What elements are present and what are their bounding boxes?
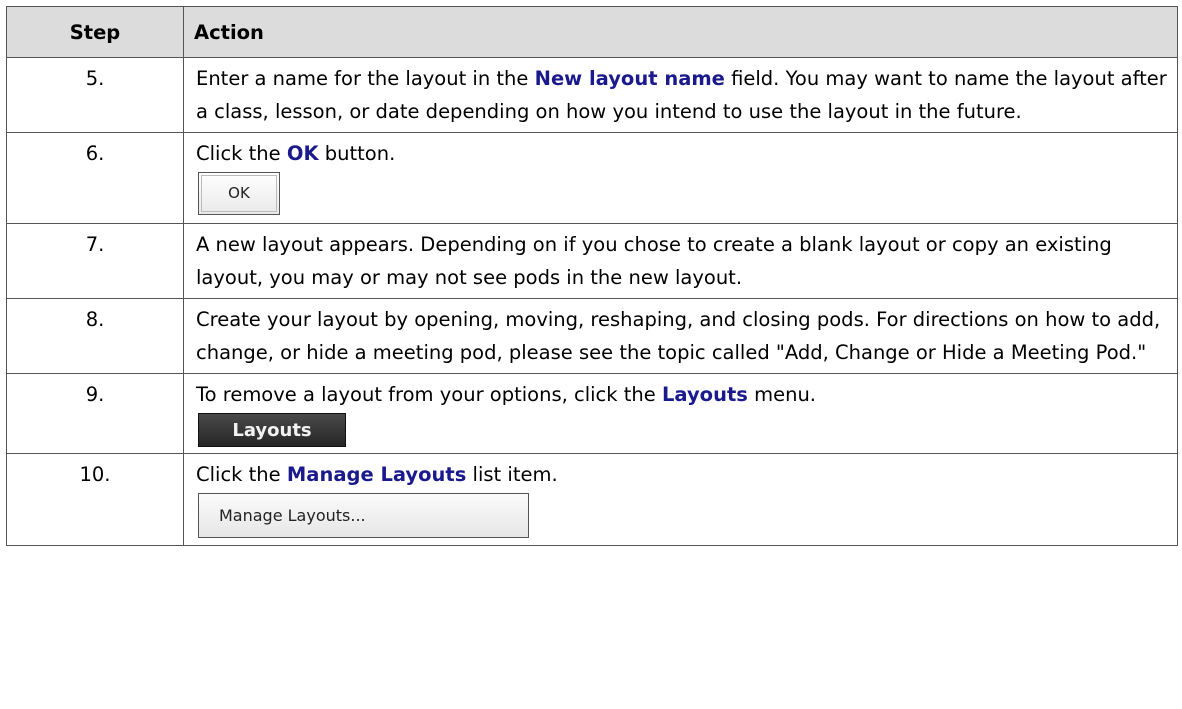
step-number: 5. [6, 57, 184, 133]
action-text: Enter a name for the layout in the [196, 67, 535, 90]
step-action: Enter a name for the layout in the New l… [183, 57, 1178, 133]
action-text: button. [318, 142, 396, 165]
step-column-header: Step [6, 6, 184, 58]
action-column-header: Action [183, 6, 1178, 58]
step-action: A new layout appears. Depending on if yo… [183, 223, 1178, 299]
step-number: 6. [6, 132, 184, 224]
highlight-term: Manage Layouts [286, 463, 467, 486]
step-action: Create your layout by opening, moving, r… [183, 298, 1178, 374]
ok-button[interactable]: OK [198, 172, 280, 215]
action-text: Click the [196, 142, 287, 165]
table-row-step-6: 6. Click the OK button. OK [6, 132, 1178, 224]
step-action: To remove a layout from your options, cl… [183, 373, 1178, 454]
step-action: Click the Manage Layouts list item. Mana… [183, 453, 1178, 546]
step-number: 9. [6, 373, 184, 454]
table-header-row: Step Action [6, 6, 1178, 58]
table-row-step-7: 7. A new layout appears. Depending on if… [6, 223, 1178, 299]
highlight-term: Layouts [661, 383, 748, 406]
step-number: 10. [6, 453, 184, 546]
action-text: list item. [466, 463, 558, 486]
layouts-menu-button[interactable]: Layouts [198, 413, 346, 447]
step-action: Click the OK button. OK [183, 132, 1178, 224]
table-row-step-10: 10. Click the Manage Layouts list item. … [6, 453, 1178, 546]
step-number: 7. [6, 223, 184, 299]
table-row-step-8: 8. Create your layout by opening, moving… [6, 298, 1178, 374]
manage-layouts-item[interactable]: Manage Layouts... [198, 493, 529, 538]
step-number: 8. [6, 298, 184, 374]
table-row-step-9: 9. To remove a layout from your options,… [6, 373, 1178, 454]
steps-table: Step Action 5. Enter a name for the layo… [6, 6, 1178, 546]
action-text: menu. [747, 383, 816, 406]
highlight-term: OK [286, 142, 319, 165]
table-row-step-5: 5. Enter a name for the layout in the Ne… [6, 57, 1178, 133]
action-text: To remove a layout from your options, cl… [196, 383, 662, 406]
action-text: Click the [196, 463, 287, 486]
highlight-term: New layout name [534, 67, 725, 90]
